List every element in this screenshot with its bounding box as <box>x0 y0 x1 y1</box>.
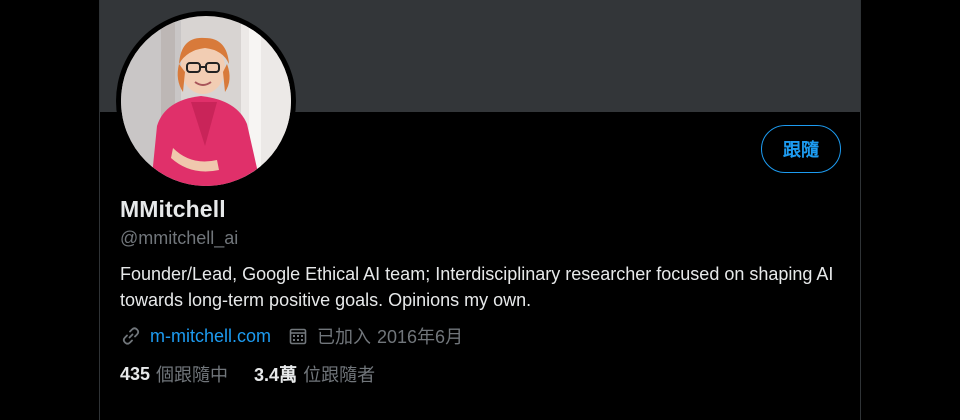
followers-count: 3.4萬 <box>254 365 298 385</box>
follow-button[interactable]: 跟隨 <box>761 125 841 173</box>
website-link[interactable]: m-mitchell.com <box>150 326 271 347</box>
avatar-photo <box>121 16 291 186</box>
following-label: 個跟隨中 <box>156 365 229 385</box>
followers-stat[interactable]: 3.4萬 位跟隨者 <box>254 361 375 387</box>
profile-meta: m-mitchell.com 已加入 2016年6月 <box>120 322 463 350</box>
following-count: 435 <box>120 363 151 384</box>
display-name: MMitchell <box>120 196 226 222</box>
avatar-image <box>121 16 291 186</box>
profile-handle: @mmitchell_ai <box>120 228 239 248</box>
joined-label: 已加入 <box>317 327 372 347</box>
profile-panel: 跟隨 MMitchell @mmitchell_ai Founder/Lead,… <box>99 0 861 420</box>
page-frame: 跟隨 MMitchell @mmitchell_ai Founder/Lead,… <box>0 0 960 420</box>
profile-bio: Founder/Lead, Google Ethical AI team; In… <box>120 264 834 310</box>
profile-stats: 435 個跟隨中 3.4萬 位跟隨者 <box>120 361 401 387</box>
calendar-icon <box>287 325 309 347</box>
avatar[interactable] <box>116 11 296 191</box>
followers-label: 位跟隨者 <box>303 365 376 385</box>
joined-date: 2016年6月 <box>377 327 464 347</box>
link-icon <box>120 325 142 347</box>
following-stat[interactable]: 435 個跟隨中 <box>120 361 228 387</box>
